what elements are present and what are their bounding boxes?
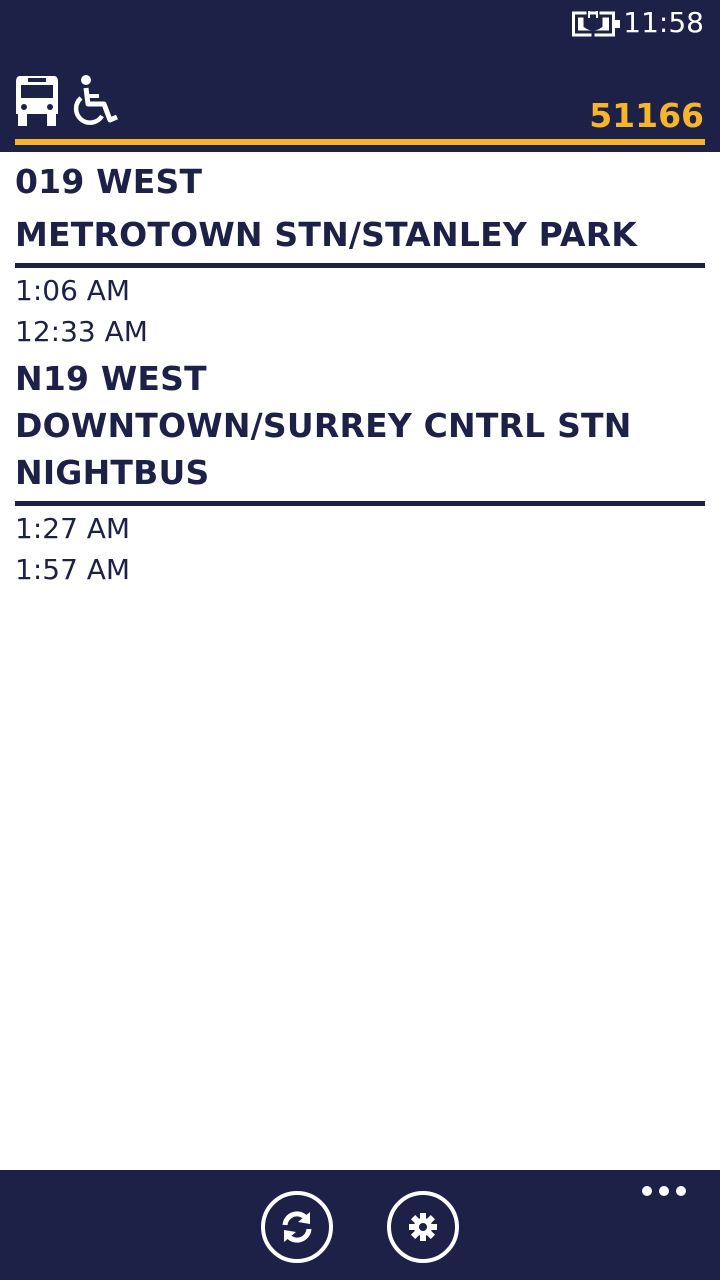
route-service-line: NIGHTBUS [15,453,210,492]
arrival-time: 1:57 AM [15,553,131,586]
dot [659,1186,669,1196]
accent-divider [15,139,705,145]
bus-icon [16,76,58,126]
wheelchair-icon [73,75,118,125]
arrival-times: 1:06 AM 12:33 AM [15,270,705,355]
route-destination-line: METROTOWN STN/STANLEY PARK [15,215,638,254]
refresh-button[interactable] [261,1191,333,1263]
arrival-time: 1:27 AM [15,512,131,545]
route-name-line: 019 WEST [15,162,203,201]
route-destination-line: DOWNTOWN/SURREY CNTRL STN [15,406,632,445]
gear-icon [409,1213,437,1241]
route-section[interactable]: N19 WEST DOWNTOWN/SURREY CNTRL STN NIGHT… [0,355,720,593]
route-section[interactable]: 019 WEST METROTOWN STN/STANLEY PARK 1:06… [0,152,720,355]
arrival-time: 12:33 AM [15,315,148,348]
arrival-time: 1:06 AM [15,274,131,307]
arrivals-list: 019 WEST METROTOWN STN/STANLEY PARK 1:06… [0,152,720,593]
refresh-icon [282,1211,312,1243]
stop-number: 51166 [589,96,704,135]
arrival-times: 1:27 AM 1:57 AM [15,508,705,593]
route-divider [15,501,705,506]
more-dots-icon[interactable] [642,1184,686,1198]
status-bar: 11:58 [0,0,720,48]
dot [676,1186,686,1196]
application-bar [0,1170,720,1280]
dot [642,1186,652,1196]
status-clock: 11:58 [623,6,704,39]
route-divider [15,263,705,268]
battery-charging-icon [572,10,620,38]
settings-button[interactable] [387,1191,459,1263]
route-name-line: N19 WEST [15,359,207,398]
header-bar: 11:58 51166 [0,0,720,152]
